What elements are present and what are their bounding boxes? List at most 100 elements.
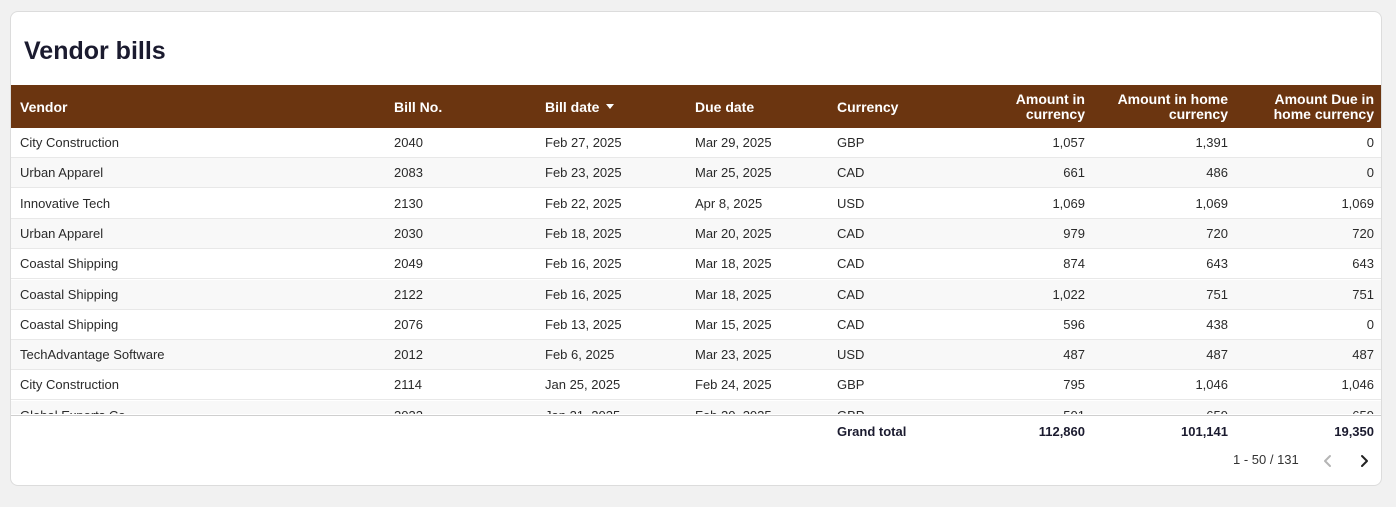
prev-page-button[interactable] xyxy=(1316,449,1340,473)
cell-amount-in-currency: 1,022 xyxy=(1052,286,1085,302)
column-header-vendor[interactable]: Vendor xyxy=(20,85,67,128)
table-row[interactable]: Global Exports Co. 2032 Jan 21, 2025 Feb 20… xyxy=(11,400,1381,414)
table-row[interactable]: Coastal Shipping 2122 Feb 16, 2025 Mar 18, … xyxy=(11,279,1381,310)
cell-due-date: Feb 20, 2025 xyxy=(695,401,825,414)
column-header-currency[interactable]: Currency xyxy=(837,85,898,128)
table-row[interactable]: TechAdvantage Software 2012 Feb 6, 2025 Mar… xyxy=(11,340,1381,371)
cell-due-date: Feb 24, 2025 xyxy=(695,377,772,393)
table-row[interactable]: Coastal Shipping 2076 Feb 13, 2025 Mar 15, … xyxy=(11,310,1381,340)
column-header-amount-in-currency[interactable]: Amount in currency xyxy=(1005,85,1085,128)
cell-vendor: Coastal Shipping xyxy=(20,316,119,332)
cell-amount-in-home-currency: 438 xyxy=(1206,316,1228,332)
cell-bill-date: Feb 27, 2025 xyxy=(545,135,622,150)
cell-vendor: Urban Apparel xyxy=(20,165,104,181)
cell-amount-due-home-currency: 659 xyxy=(1274,401,1374,414)
cell-bill-no: 2114 xyxy=(394,377,422,393)
cell-amount-due-home-currency: 487 xyxy=(1352,347,1374,363)
cell-amount-in-currency: 979 xyxy=(1063,225,1085,241)
cell-amount-in-home-currency: 751 xyxy=(1206,286,1228,302)
cell-bill-date: Feb 16, 2025 xyxy=(545,286,622,302)
cell-bill-no: 2032 xyxy=(394,401,534,414)
table-footer: Grand total 112,860 101,141 19,350 xyxy=(11,415,1381,447)
cell-due-date: Mar 20, 2025 xyxy=(695,225,772,241)
cell-due-date: Mar 29, 2025 xyxy=(695,135,772,150)
cell-due-date: Mar 25, 2025 xyxy=(695,165,772,181)
cell-bill-no: 2040 xyxy=(394,135,423,150)
cell-vendor: City Construction xyxy=(20,377,119,393)
cell-currency: CAD xyxy=(837,286,865,302)
cell-amount-in-currency: 596 xyxy=(1063,316,1085,332)
cell-bill-date: Feb 16, 2025 xyxy=(545,256,622,272)
cell-currency: CAD xyxy=(837,316,865,332)
cell-currency: CAD xyxy=(837,225,865,241)
cell-due-date: Mar 18, 2025 xyxy=(695,286,772,302)
cell-vendor: Coastal Shipping xyxy=(20,256,119,272)
cell-bill-no: 2076 xyxy=(394,316,423,332)
cell-due-date: Mar 18, 2025 xyxy=(695,256,772,272)
cell-amount-in-home-currency: 1,046 xyxy=(1195,377,1228,393)
column-header-bill-no[interactable]: Bill No. xyxy=(394,85,442,128)
cell-amount-due-home-currency: 720 xyxy=(1352,225,1374,241)
table-row[interactable]: Innovative Tech 2130 Feb 22, 2025 Apr 8, 20… xyxy=(11,189,1381,219)
cell-amount-in-currency: 501 xyxy=(985,401,1085,414)
cell-amount-due-home-currency: 0 xyxy=(1366,165,1374,181)
sort-descending-icon xyxy=(606,104,615,109)
cell-amount-in-currency: 1,069 xyxy=(1052,195,1085,211)
cell-due-date: Apr 8, 2025 xyxy=(695,195,763,211)
cell-amount-due-home-currency: 751 xyxy=(1352,286,1374,302)
cell-amount-due-home-currency: 0 xyxy=(1366,316,1374,332)
cell-currency: USD xyxy=(837,347,865,363)
table-row[interactable]: Urban Apparel 2030 Feb 18, 2025 Mar 20, 202… xyxy=(11,218,1381,249)
table-row[interactable]: City Construction 2040 Feb 27, 2025 Mar 29,… xyxy=(11,128,1381,158)
cell-bill-date: Jan 21, 2025 xyxy=(545,401,685,414)
table-body[interactable]: City Construction 2040 Feb 27, 2025 Mar 29,… xyxy=(11,128,1381,414)
cell-amount-in-home-currency: 720 xyxy=(1206,225,1228,241)
cell-amount-due-home-currency: 1,046 xyxy=(1341,377,1374,393)
cell-due-date: Mar 23, 2025 xyxy=(695,347,772,363)
grand-total-label: Grand total xyxy=(837,424,907,439)
table-row[interactable]: Coastal Shipping 2049 Feb 16, 2025 Mar 18, … xyxy=(11,249,1381,280)
cell-amount-in-home-currency: 487 xyxy=(1206,347,1228,363)
cell-amount-in-home-currency: 643 xyxy=(1206,256,1228,272)
card-title: Vendor bills xyxy=(24,37,166,65)
chevron-right-icon xyxy=(1361,455,1368,467)
grand-total-amount-due-home-currency: 19,350 xyxy=(1334,424,1374,439)
pagination-label: 1 - 50 / 131 xyxy=(1233,452,1299,467)
table-row[interactable]: Urban Apparel 2083 Feb 23, 2025 Mar 25, 202… xyxy=(11,158,1381,189)
cell-bill-no: 2030 xyxy=(394,225,423,241)
cell-bill-date: Feb 23, 2025 xyxy=(545,165,622,181)
cell-vendor: TechAdvantage Software xyxy=(20,347,165,363)
column-header-amount-due-home-currency[interactable]: Amount Due in home currency xyxy=(1263,85,1374,128)
cell-amount-in-currency: 661 xyxy=(1063,165,1085,181)
cell-amount-in-currency: 874 xyxy=(1063,256,1085,272)
cell-bill-date: Feb 22, 2025 xyxy=(545,195,622,211)
cell-currency: GBP xyxy=(837,135,865,150)
grand-total-amount-in-currency: 112,860 xyxy=(1038,424,1085,439)
next-page-button[interactable] xyxy=(1352,449,1376,473)
column-header-bill-date[interactable]: Bill date xyxy=(545,85,615,128)
cell-bill-no: 2012 xyxy=(394,347,423,363)
cell-vendor: Coastal Shipping xyxy=(20,286,119,302)
cell-currency: GBP xyxy=(837,377,865,393)
cell-amount-due-home-currency: 643 xyxy=(1352,256,1374,272)
column-header-amount-in-home-currency[interactable]: Amount in home currency xyxy=(1108,85,1228,128)
table-row[interactable]: City Construction 2114 Jan 25, 2025 Feb 24,… xyxy=(11,370,1381,401)
cell-vendor: City Construction xyxy=(20,135,119,150)
vendor-bills-card: Vendor bills Vendor Bill No. Bill date D… xyxy=(10,11,1382,486)
cell-due-date: Mar 15, 2025 xyxy=(695,316,772,332)
cell-amount-in-currency: 487 xyxy=(1063,347,1085,363)
cell-currency: CAD xyxy=(837,256,865,272)
cell-currency: CAD xyxy=(837,165,865,181)
cell-bill-date: Feb 13, 2025 xyxy=(545,316,622,332)
cell-amount-in-home-currency: 486 xyxy=(1206,165,1228,181)
cell-bill-date: Feb 18, 2025 xyxy=(545,225,622,241)
cell-bill-no: 2049 xyxy=(394,256,423,272)
cell-amount-in-home-currency: 1,069 xyxy=(1195,195,1228,211)
chevron-left-icon xyxy=(1324,455,1331,467)
cell-bill-date: Feb 6, 2025 xyxy=(545,347,615,363)
column-header-due-date[interactable]: Due date xyxy=(695,85,754,128)
cell-vendor: Global Exports Co. xyxy=(20,401,380,414)
grand-total-amount-in-home-currency: 101,141 xyxy=(1181,424,1228,439)
cell-amount-in-currency: 1,057 xyxy=(1052,135,1085,150)
cell-amount-in-home-currency: 659 xyxy=(1128,401,1228,414)
